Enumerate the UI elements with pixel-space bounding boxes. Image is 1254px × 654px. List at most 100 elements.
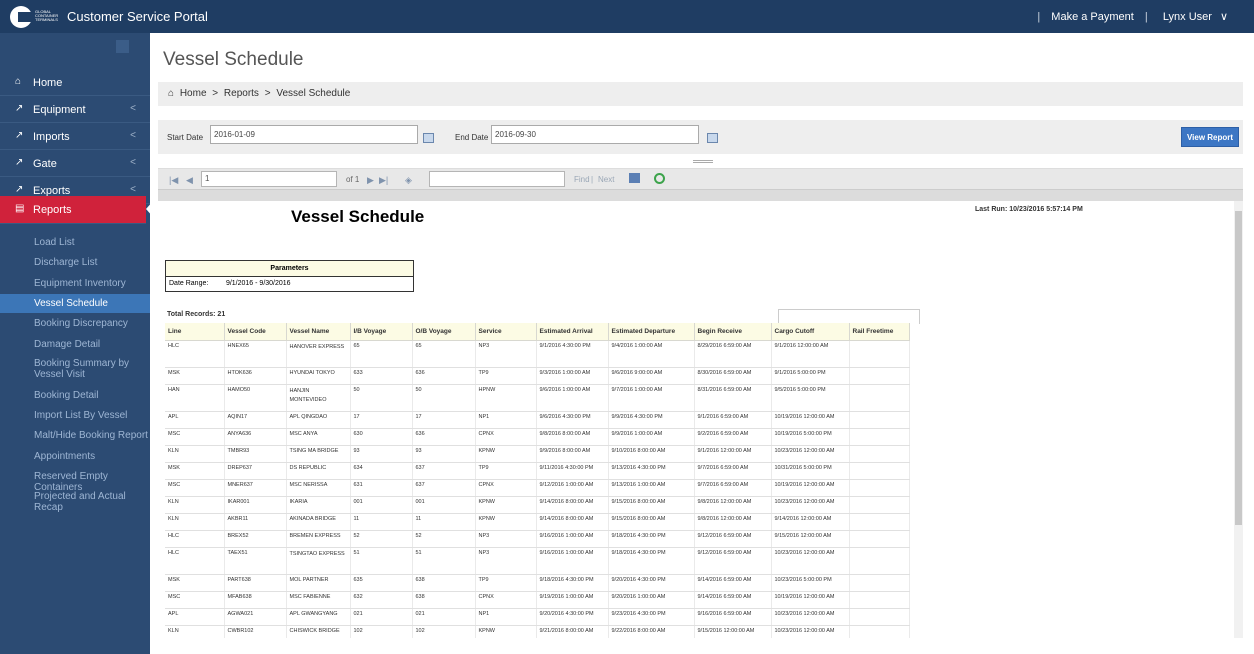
column-header: Begin Receive [694,323,772,341]
view-report-button[interactable]: View Report [1181,127,1239,147]
breadcrumb-reports[interactable]: Reports [224,88,259,99]
date-range-row: Date Range: 9/1/2016 - 9/30/2016 [166,277,413,292]
sidebar-item-equipment[interactable]: ↗ Equipment < [0,96,150,123]
table-cell: TMBR93 [224,445,287,463]
table-cell: 9/6/2016 1:00:00 AM [536,384,609,412]
table-cell: APL GWANGYANG [286,608,351,626]
end-date-input[interactable]: 2016-09-30 [491,125,699,144]
separator: | [1037,11,1041,23]
back-icon[interactable]: ◈ [405,175,412,186]
start-date-input[interactable]: 2016-01-09 [210,125,418,144]
table-cell: 9/1/2016 5:00:00 PM [771,367,850,385]
sidebar-subitem-load-list[interactable]: Load List [0,233,150,252]
table-cell: MSC [165,428,225,446]
table-row: KLN AKBR11 AKINADA BRIDGE 11 11 KPNW 9/14/2016… [165,513,910,531]
table-row: MSC MNER637 MSC NERISSA 631 637 CPNX 9/12/2016… [165,479,910,497]
sidebar-subitem-vessel-schedule[interactable]: Vessel Schedule [0,293,150,313]
header-frame [778,309,920,324]
scrollbar-thumb[interactable] [1235,211,1242,525]
next-page-icon[interactable]: ▶ [367,175,374,186]
table-cell: AGWA021 [224,608,287,626]
sidebar-subitem-malt-hide-booking-report[interactable]: Malt/Hide Booking Report [0,426,150,445]
table-cell: 10/23/2016 12:00:00 AM [771,496,850,514]
sidebar-subitem-booking-discrepancy[interactable]: Booking Discrepancy [0,314,150,333]
top-right-menu: | Make a Payment | Lynx User ∨ [1033,10,1236,23]
user-menu[interactable]: Lynx User ∨ [1159,11,1232,23]
company-logo[interactable]: GLOBAL CONTAINER TERMINALS [10,6,58,28]
refresh-icon[interactable] [654,173,665,184]
sidebar-subitem-booking-detail[interactable]: Booking Detail [0,386,150,405]
make-payment-link[interactable]: Make a Payment [1051,11,1134,23]
report-title: Vessel Schedule [291,207,425,226]
sidebar-item-label: Reports [33,204,72,216]
sidebar-subitem-appointments[interactable]: Appointments [0,447,150,466]
sidebar-item-label: Equipment [33,104,86,116]
external-link-icon: ↗ [15,184,24,195]
first-page-icon[interactable]: |◀ [169,175,178,186]
table-cell: 93 [350,445,413,463]
table-cell: CPNX [475,479,537,497]
calendar-icon[interactable] [707,133,718,143]
chevron-left-icon: < [130,103,136,114]
table-cell: HLC [165,547,225,575]
table-row: KLN CWBR102 CHISWICK BRIDGE 102 102 KPNW 9/21/… [165,625,910,638]
sidebar-subitem-discharge-list[interactable]: Discharge List [0,253,150,272]
column-header: I/B Voyage [350,323,413,341]
sidebar-item-reports[interactable]: ▤ Reports [0,196,154,224]
find-link[interactable]: Find [574,175,590,184]
sidebar-subitem-import-list-by-vessel[interactable]: Import List By Vessel [0,406,150,425]
page-number-input[interactable]: 1 [201,171,337,187]
total-records: Total Records: 21 [167,311,226,318]
sidebar-subitem-reserved-empty-containers[interactable]: Reserved Empty Containers [0,467,150,493]
chart-icon: ▤ [15,203,25,214]
splitter-handle[interactable] [693,160,713,163]
table-cell: 9/16/2016 1:00:00 AM [536,530,609,548]
breadcrumb: ⌂ Home > Reports > Vessel Schedule [158,82,1243,106]
table-cell: 9/9/2016 8:00:00 AM [536,445,609,463]
table-cell: 10/23/2016 12:00:00 AM [771,547,850,575]
last-page-icon[interactable]: ▶| [379,175,388,186]
table-cell: 8/29/2016 6:59:00 AM [694,340,772,368]
sidebar-subitem-booking-summary-by-vessel-visit[interactable]: Booking Summary by Vessel Visit [0,355,150,385]
sidebar-item-gate[interactable]: ↗ Gate < [0,150,150,177]
sidebar-item-imports[interactable]: ↗ Imports < [0,123,150,150]
date-range-value: 9/1/2016 - 9/30/2016 [225,280,291,287]
table-cell: 9/20/2016 4:30:00 PM [536,608,609,626]
table-cell: 637 [412,462,476,480]
sidebar-subitem-equipment-inventory[interactable]: Equipment Inventory [0,274,150,293]
table-cell [849,428,910,446]
sidebar-item-label: Home [33,77,63,89]
column-header: Service [475,323,537,341]
table-cell: 51 [350,547,413,575]
sidebar-item-home[interactable]: ⌂ Home [0,69,150,96]
table-cell: 102 [412,625,476,638]
table-cell: 9/2/2016 6:59:00 AM [694,428,772,446]
prev-page-icon[interactable]: ◀ [186,175,193,186]
table-cell: 9/3/2016 1:00:00 AM [536,367,609,385]
table-cell: 9/21/2016 8:00:00 AM [536,625,609,638]
table-cell: 9/20/2016 1:00:00 AM [608,591,695,609]
sidebar-toggle-button[interactable] [116,40,129,53]
sidebar-subitem-damage-detail[interactable]: Damage Detail [0,335,150,354]
table-cell: 102 [350,625,413,638]
table-cell: 9/15/2016 8:00:00 AM [608,513,695,531]
calendar-icon[interactable] [423,133,434,143]
table-cell: 9/8/2016 8:00:00 AM [536,428,609,446]
next-link[interactable]: Next [598,175,614,184]
chevron-left-icon: < [130,130,136,141]
breadcrumb-home[interactable]: Home [180,88,207,99]
table-cell: 9/10/2016 8:00:00 AM [608,445,695,463]
sidebar-subitem-projected-and-actual-recap[interactable]: Projected and Actual Recap [0,487,150,513]
export-save-icon[interactable] [629,173,640,183]
table-cell [849,608,910,626]
table-row: MSK HTOK636 HYUNDAI TOKYO 633 636 TP9 9/3/2016… [165,367,910,385]
table-cell: 10/19/2016 12:00:00 AM [771,591,850,609]
table-cell: 633 [350,367,413,385]
table-cell: 10/19/2016 5:00:00 PM [771,428,850,446]
table-cell: NP3 [475,340,537,368]
find-text-input[interactable] [429,171,565,187]
home-icon: ⌂ [168,88,175,99]
table-cell: TP9 [475,462,537,480]
table-cell: AKINADA BRIDGE [286,513,351,531]
table-cell: 9/16/2016 1:00:00 AM [536,547,609,575]
